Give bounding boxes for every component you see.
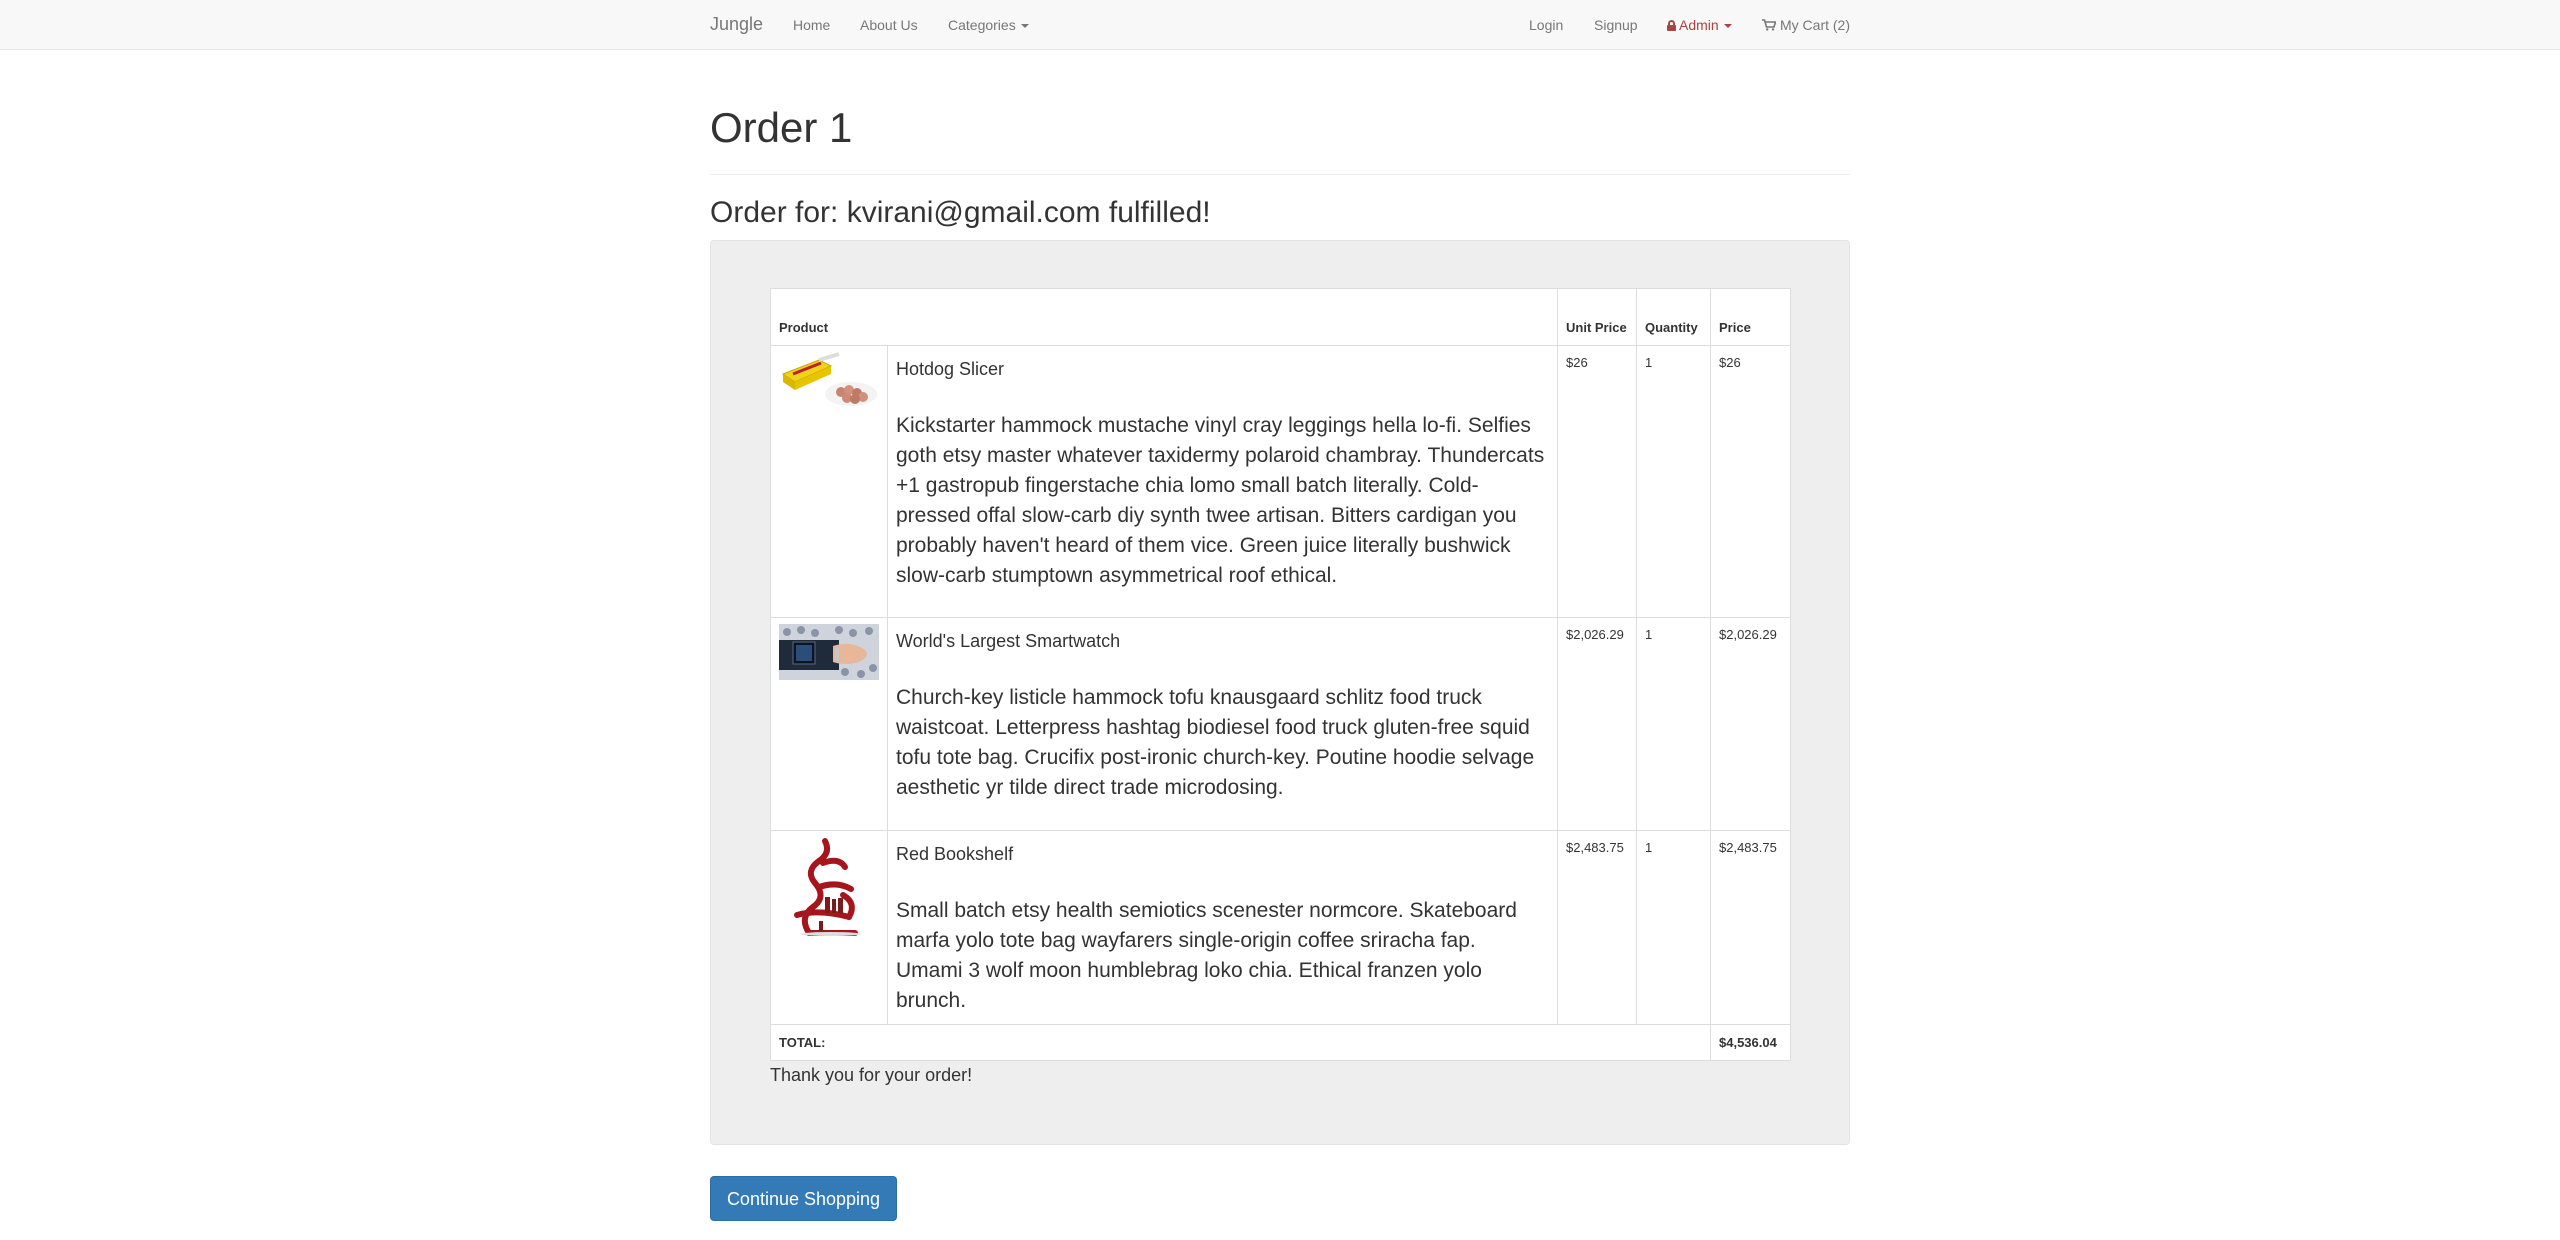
top-navbar: Jungle Home About Us Categories Login Si… bbox=[0, 0, 2560, 50]
nav-login-link[interactable]: Login bbox=[1529, 17, 1563, 33]
order-subtitle: Order for: kvirani@gmail.com fulfilled! bbox=[710, 196, 1211, 229]
price-cell: $2,026.29 bbox=[1710, 617, 1791, 831]
thank-you-message: Thank you for your order! bbox=[770, 1065, 973, 1085]
nav-admin-label: Admin bbox=[1679, 17, 1719, 33]
product-description: Kickstarter hammock mustache vinyl cray … bbox=[896, 414, 1545, 587]
nav-categories-dropdown[interactable]: Categories bbox=[948, 17, 1029, 33]
unit-price-cell: $2,483.75 bbox=[1557, 830, 1637, 1025]
caret-down-icon bbox=[1020, 24, 1029, 29]
navbar-container: Jungle Home About Us Categories Login Si… bbox=[710, 0, 1850, 50]
hotdog-slicer-image bbox=[779, 352, 879, 408]
order-summary-well: Product Unit Price Quantity Price Hotdog… bbox=[710, 240, 1850, 1145]
unit-price-cell: $2,026.29 bbox=[1557, 617, 1637, 831]
price-cell: $26 bbox=[1710, 345, 1791, 618]
product-image-cell bbox=[770, 617, 888, 831]
brand-link[interactable]: Jungle bbox=[710, 14, 763, 35]
product-name: World's Largest Smartwatch bbox=[896, 631, 1121, 651]
product-details-cell: Red Bookshelf Small batch etsy health se… bbox=[887, 830, 1558, 1025]
caret-down-icon bbox=[1723, 24, 1732, 29]
header-unit-price: Unit Price bbox=[1557, 288, 1637, 346]
total-label: TOTAL: bbox=[770, 1024, 1711, 1061]
header-divider bbox=[710, 174, 1850, 175]
product-description: Small batch etsy health semiotics scenes… bbox=[896, 899, 1517, 1012]
nav-signup-link[interactable]: Signup bbox=[1594, 17, 1638, 33]
nav-home-link[interactable]: Home bbox=[793, 17, 830, 33]
header-quantity: Quantity bbox=[1636, 288, 1711, 346]
nav-categories-label: Categories bbox=[948, 17, 1016, 33]
quantity-cell: 1 bbox=[1636, 830, 1711, 1025]
product-image-cell bbox=[770, 830, 888, 1025]
product-details-cell: Hotdog Slicer Kickstarter hammock mustac… bbox=[887, 345, 1558, 618]
header-product: Product bbox=[770, 288, 1558, 346]
lock-icon bbox=[1667, 20, 1676, 31]
table-row: Red Bookshelf Small batch etsy health se… bbox=[770, 830, 1791, 1025]
product-name: Red Bookshelf bbox=[896, 844, 1014, 864]
nav-admin-dropdown[interactable]: Admin bbox=[1667, 17, 1732, 33]
page-title: Order 1 bbox=[710, 104, 853, 151]
nav-cart-label: My Cart (2) bbox=[1780, 17, 1850, 33]
order-table: Product Unit Price Quantity Price Hotdog… bbox=[770, 288, 1791, 1061]
quantity-cell: 1 bbox=[1636, 617, 1711, 831]
nav-cart-link[interactable]: My Cart (2) bbox=[1762, 17, 1850, 33]
total-row: TOTAL: $4,536.04 bbox=[770, 1024, 1791, 1061]
table-row: Hotdog Slicer Kickstarter hammock mustac… bbox=[770, 345, 1791, 618]
table-row: World's Largest Smartwatch Church-key li… bbox=[770, 617, 1791, 831]
product-name: Hotdog Slicer bbox=[896, 359, 1005, 379]
quantity-cell: 1 bbox=[1636, 345, 1711, 618]
product-details-cell: World's Largest Smartwatch Church-key li… bbox=[887, 617, 1558, 831]
product-description: Church-key listicle hammock tofu knausga… bbox=[896, 686, 1535, 799]
price-cell: $2,483.75 bbox=[1710, 830, 1791, 1025]
nav-about-link[interactable]: About Us bbox=[860, 17, 918, 33]
smartwatch-image bbox=[779, 624, 879, 680]
unit-price-cell: $26 bbox=[1557, 345, 1637, 618]
continue-shopping-button[interactable]: Continue Shopping bbox=[710, 1176, 897, 1221]
table-header-row: Product Unit Price Quantity Price bbox=[770, 288, 1791, 346]
product-image-cell bbox=[770, 345, 888, 618]
total-value: $4,536.04 bbox=[1710, 1024, 1791, 1061]
shopping-cart-icon bbox=[1762, 19, 1776, 31]
header-price: Price bbox=[1710, 288, 1791, 346]
red-bookshelf-image bbox=[779, 837, 879, 937]
